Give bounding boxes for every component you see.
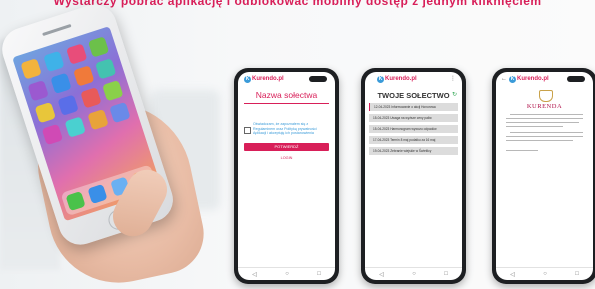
document-text-line: [506, 122, 579, 123]
list-item[interactable]: 15-04-2023 Uwaga na wyższe ceny paliw: [369, 114, 458, 122]
menu-icon[interactable]: ⋮: [450, 75, 456, 82]
document-text-line: [506, 118, 583, 119]
app-logo: K Kurendo.pl: [244, 76, 284, 83]
camera-notch: [309, 76, 327, 82]
list-item[interactable]: 17-04-2023 Termin 8 maj podatku za 16 ma…: [369, 136, 458, 144]
app-icon[interactable]: [65, 43, 87, 65]
app-icon[interactable]: [109, 101, 131, 124]
recents-nav-icon[interactable]: □: [444, 271, 448, 277]
list-item[interactable]: 15-04-2023 Harmonogram wywozu odpadów: [369, 125, 458, 133]
logo-icon: K: [377, 76, 384, 83]
phone-screen: K Kurendo.pl ⋮ TWOJE SOŁECTWO ↻ 12-04-202…: [365, 72, 462, 280]
app-icon[interactable]: [41, 123, 64, 146]
document-title: KURENDA: [526, 103, 563, 110]
login-link[interactable]: LOGIN: [238, 156, 335, 160]
list-item[interactable]: 12-04-2023 Informowanie o akcji Honorowa: [369, 103, 458, 111]
app-icon[interactable]: [102, 79, 124, 102]
app-icon[interactable]: [20, 58, 42, 80]
back-nav-icon[interactable]: ◁: [252, 271, 257, 278]
document-text-line: [510, 114, 583, 115]
app-logo: K Kurendo.pl: [509, 76, 549, 83]
document-text-line: [506, 140, 573, 141]
logo-icon: K: [244, 76, 251, 83]
confirm-button[interactable]: POTWIERDŹ: [244, 143, 329, 151]
app-icon[interactable]: [86, 109, 109, 131]
app-grid: [20, 36, 132, 146]
app-logo: K Kurendo.pl: [377, 76, 417, 83]
document-text-line: [506, 136, 583, 137]
back-nav-icon[interactable]: ◁: [510, 271, 515, 278]
back-nav-icon[interactable]: ◁: [379, 271, 384, 278]
home-nav-icon[interactable]: ○: [412, 271, 416, 277]
app-icon[interactable]: [79, 87, 102, 109]
title-divider: [244, 103, 329, 104]
app-icon[interactable]: [50, 72, 72, 95]
dock-app-icon[interactable]: [65, 191, 86, 212]
app-icon[interactable]: [57, 94, 79, 116]
phone-village: K Kurendo.pl ⋮ TWOJE SOŁECTWO ↻ 12-04-202…: [361, 68, 466, 284]
logo-text: Kurendo.pl: [385, 76, 417, 82]
village-name-title: Nazwa sołectwa: [255, 90, 318, 100]
logo-text: Kurendo.pl: [517, 76, 549, 82]
app-icon[interactable]: [95, 58, 117, 80]
app-icon[interactable]: [42, 50, 65, 73]
document-signature-line: [506, 150, 538, 151]
emblem-icon: [538, 90, 553, 102]
app-icon[interactable]: [64, 116, 86, 138]
app-icon[interactable]: [34, 101, 57, 124]
android-nav-bar: ◁ ○ □: [496, 267, 593, 280]
phone-kurenda: ← K Kurendo.pl KURENDA ◁ ○ □: [492, 68, 595, 284]
app-icon[interactable]: [27, 80, 49, 102]
refresh-icon[interactable]: ↻: [452, 91, 457, 98]
camera-notch: [567, 76, 585, 82]
phone-screen: ← K Kurendo.pl KURENDA ◁ ○ □: [496, 72, 593, 280]
android-nav-bar: ◁ ○ □: [365, 267, 462, 280]
recents-nav-icon[interactable]: □: [575, 271, 579, 277]
recents-nav-icon[interactable]: □: [317, 271, 321, 277]
list-item[interactable]: 19-04-2023 Zebranie wiejskie w Świetlicy: [369, 147, 458, 155]
dock-app-icon[interactable]: [87, 183, 108, 204]
home-nav-icon[interactable]: ○: [543, 271, 547, 277]
app-icon[interactable]: [72, 65, 95, 87]
document-text-line: [510, 132, 583, 133]
speaker-grille: [42, 23, 72, 37]
phone-screen: K Kurendo.pl Nazwa sołectwa Oświadczam, ż…: [238, 72, 335, 280]
back-arrow-icon[interactable]: ←: [501, 76, 507, 82]
logo-text: Kurendo.pl: [252, 76, 284, 82]
phone-consent: K Kurendo.pl Nazwa sołectwa Oświadczam, ż…: [234, 68, 339, 284]
document-text-line: [506, 126, 563, 127]
logo-icon: K: [509, 76, 516, 83]
app-icon[interactable]: [88, 36, 110, 58]
scene: Wystarczy pobrać aplikację i odblokować …: [0, 0, 595, 289]
android-nav-bar: ◁ ○ □: [238, 267, 335, 280]
consent-text: Oświadczam, że zapoznałem się z Regulami…: [253, 122, 317, 136]
home-nav-icon[interactable]: ○: [285, 271, 289, 277]
page-title: TWOJE SOŁECTWO: [377, 91, 450, 100]
consent-checkbox[interactable]: [244, 127, 251, 134]
